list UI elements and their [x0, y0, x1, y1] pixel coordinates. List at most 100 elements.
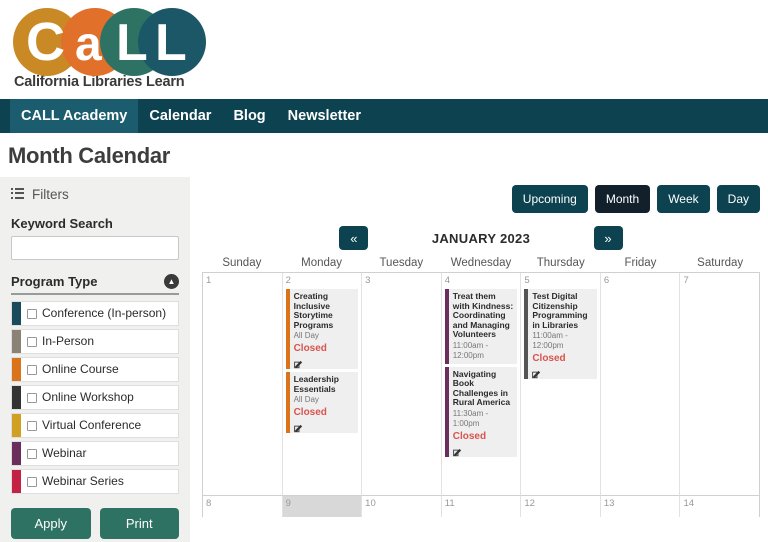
apply-button[interactable]: Apply: [11, 508, 91, 539]
calendar-day-cell[interactable]: 11: [441, 495, 522, 517]
filter-option-online-course[interactable]: Online Course: [11, 357, 179, 382]
view-button-week[interactable]: Week: [657, 185, 710, 213]
checkbox[interactable]: [27, 336, 37, 347]
event-title: Leadership Essentials: [293, 374, 339, 394]
filters-label: Filters: [32, 187, 69, 202]
dow-sunday: Sunday: [222, 257, 262, 269]
logo-svg: C a L L: [13, 8, 206, 76]
day-number: 8: [206, 498, 212, 509]
color-swatch: [12, 302, 21, 325]
filter-option-webinar[interactable]: Webinar: [11, 441, 179, 466]
keyword-search-input[interactable]: [11, 236, 179, 260]
logo-circles: C a L L: [8, 8, 206, 76]
event-body: Test Digital Citizenship Programming in …: [528, 289, 597, 379]
view-button-month[interactable]: Month: [594, 185, 651, 213]
calendar-day-cell[interactable]: 2 Creating Inclusive Storytime Programs Al…: [283, 273, 363, 495]
view-button-upcoming[interactable]: Upcoming: [511, 185, 588, 213]
month-title: JANUARY 2023: [431, 230, 531, 246]
checkbox[interactable]: [27, 308, 37, 319]
event-body: Treat them with Kindness: Coordinating a…: [449, 289, 518, 364]
dow-monday: Monday: [301, 257, 343, 269]
day-number: 13: [603, 498, 615, 509]
checkbox[interactable]: [27, 392, 37, 403]
event-body: Navigating Book Challenges in Rural Amer…: [449, 367, 518, 457]
print-button[interactable]: Print: [99, 508, 179, 539]
calendar-day-cell[interactable]: 4 Treat them with Kindness: Coordinating …: [442, 273, 522, 495]
calendar-day-cell[interactable]: 10: [362, 495, 442, 517]
edit-icon[interactable]: [532, 366, 542, 379]
calendar-day-cell[interactable]: 5 Test Digital Citizenship Programming in…: [521, 273, 601, 495]
event-time: 11:30am - 1:00pm: [452, 408, 489, 428]
calendar-day-cell[interactable]: 13: [600, 495, 681, 517]
keyword-search-label: Keyword Search: [11, 216, 113, 231]
nav-item-call-academy[interactable]: CALL Academy: [10, 99, 139, 133]
calendar-day-cell[interactable]: 9: [282, 495, 363, 517]
prev-month-button[interactable]: «: [339, 226, 369, 250]
filter-option-in-person[interactable]: In-Person: [11, 329, 179, 354]
calendar-day-cell[interactable]: 8: [203, 495, 283, 517]
day-number: 11: [444, 498, 455, 509]
dow-wednesday: Wednesday: [450, 257, 512, 269]
month-navigation-bar: « JANUARY 2023 »: [202, 226, 760, 250]
page-title: Month Calendar: [8, 143, 171, 168]
edit-icon[interactable]: [293, 356, 304, 369]
color-swatch: [12, 330, 21, 353]
day-of-week-header: Sunday Monday Tuesday Wednesday Thursday…: [202, 257, 760, 269]
calendar-event[interactable]: Creating Inclusive Storytime Programs All…: [285, 289, 359, 369]
edit-icon[interactable]: [293, 420, 304, 433]
checkbox[interactable]: [27, 448, 37, 459]
nav-item-calendar[interactable]: Calendar: [138, 99, 222, 133]
color-swatch: [12, 386, 21, 409]
event-time: All Day: [293, 395, 319, 404]
next-month-button[interactable]: »: [593, 226, 623, 250]
calendar-main: Upcoming Month Week Day « JANUARY 2023 »…: [190, 177, 768, 517]
event-body: Leadership Essentials All Day Closed: [290, 372, 359, 433]
calendar-event[interactable]: Treat them with Kindness: Coordinating a…: [444, 289, 518, 364]
nav-item-blog[interactable]: Blog: [222, 99, 276, 133]
filter-option-online-workshop[interactable]: Online Workshop: [11, 385, 179, 410]
calendar-day-cell[interactable]: 12: [521, 495, 601, 517]
checkbox[interactable]: [27, 476, 37, 487]
filter-actions: Apply Print: [11, 508, 179, 539]
filter-label: Online Workshop: [42, 390, 134, 404]
calendar-event[interactable]: Test Digital Citizenship Programming in …: [524, 289, 597, 379]
filter-option-conference-in-person[interactable]: Conference (In-person): [11, 301, 179, 326]
color-swatch: [12, 414, 21, 437]
page-layout: Filters Keyword Search Program Type ▲ Co…: [0, 177, 768, 542]
filter-option-virtual-conference[interactable]: Virtual Conference: [11, 413, 179, 438]
event-status-badge: Closed: [532, 353, 566, 364]
calendar-event[interactable]: Navigating Book Challenges in Rural Amer…: [444, 366, 518, 457]
day-number: 4: [444, 275, 451, 286]
checkbox[interactable]: [27, 420, 37, 431]
day-number: 5: [524, 275, 530, 286]
filter-label: Webinar: [42, 446, 87, 460]
site-logo[interactable]: C a L L California Libraries Learn: [0, 0, 768, 90]
program-type-header[interactable]: Program Type ▲: [11, 274, 179, 295]
program-type-options: Conference (In-person) In-Person Online …: [11, 301, 179, 494]
svg-text:L: L: [116, 14, 148, 72]
event-time: 11:00am - 12:00pm: [452, 340, 489, 360]
dow-tuesday: Tuesday: [379, 257, 424, 269]
checkbox[interactable]: [27, 364, 37, 375]
view-button-day[interactable]: Day: [716, 185, 760, 213]
day-number: 6: [603, 275, 610, 286]
filter-label: Virtual Conference: [42, 418, 142, 432]
day-number: 2: [285, 275, 291, 286]
event-title: Navigating Book Challenges in Rural Amer…: [452, 368, 511, 407]
calendar-view-buttons: Upcoming Month Week Day: [202, 185, 760, 213]
edit-icon[interactable]: [452, 444, 463, 456]
day-number: 3: [365, 275, 371, 286]
chevron-up-icon[interactable]: ▲: [164, 274, 179, 289]
calendar-day-cell[interactable]: 14: [680, 495, 760, 517]
calendar-day-cell[interactable]: 1: [203, 273, 283, 495]
event-body: Creating Inclusive Storytime Programs All…: [290, 289, 359, 369]
color-swatch: [12, 442, 21, 465]
calendar-day-cell[interactable]: 6: [601, 273, 681, 495]
calendar-day-cell[interactable]: 3: [362, 273, 442, 495]
filter-option-webinar-series[interactable]: Webinar Series: [11, 469, 179, 494]
calendar-day-cell[interactable]: 7: [680, 273, 759, 495]
svg-text:C: C: [26, 12, 65, 72]
nav-item-newsletter[interactable]: Newsletter: [277, 99, 372, 133]
day-number: 7: [683, 275, 689, 286]
calendar-event[interactable]: Leadership Essentials All Day Closed: [285, 372, 359, 433]
